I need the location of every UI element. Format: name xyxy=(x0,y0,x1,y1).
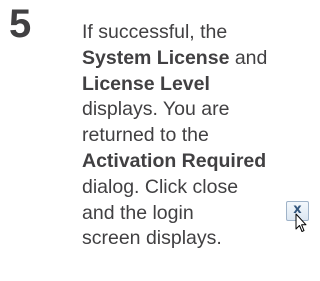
mouse-pointer-icon xyxy=(295,213,307,232)
instruction-line-8: and the login xyxy=(82,201,302,227)
step-instructions: If successful, the System License and Li… xyxy=(82,20,302,252)
close-button-illustration: x xyxy=(286,201,311,243)
instruction-text: screen displays. xyxy=(82,227,222,250)
instruction-text: If successful, the xyxy=(82,21,228,43)
system-license-term: System License xyxy=(82,46,230,69)
instruction-line-5: returned to the xyxy=(82,123,302,149)
instruction-line-1: If successful, the xyxy=(82,20,302,46)
activation-required-term: Activation Required xyxy=(82,149,267,172)
instruction-text: and the login xyxy=(82,201,194,224)
instruction-line-3: License Level xyxy=(82,72,302,98)
license-level-term: License Level xyxy=(82,72,210,95)
instruction-line-2: System License and xyxy=(82,46,302,72)
instruction-line-7: dialog. Click close xyxy=(82,175,302,201)
instruction-line-9: screen displays. xyxy=(82,226,302,252)
step-number: 5 xyxy=(9,2,32,46)
instruction-text: and xyxy=(229,46,268,69)
instruction-text: displays. You are xyxy=(82,98,230,121)
instruction-text: returned to the xyxy=(82,124,209,147)
instruction-line-4: displays. You are xyxy=(82,97,302,123)
instruction-text: dialog. Click close xyxy=(82,175,239,198)
instruction-line-6: Activation Required xyxy=(82,149,302,175)
